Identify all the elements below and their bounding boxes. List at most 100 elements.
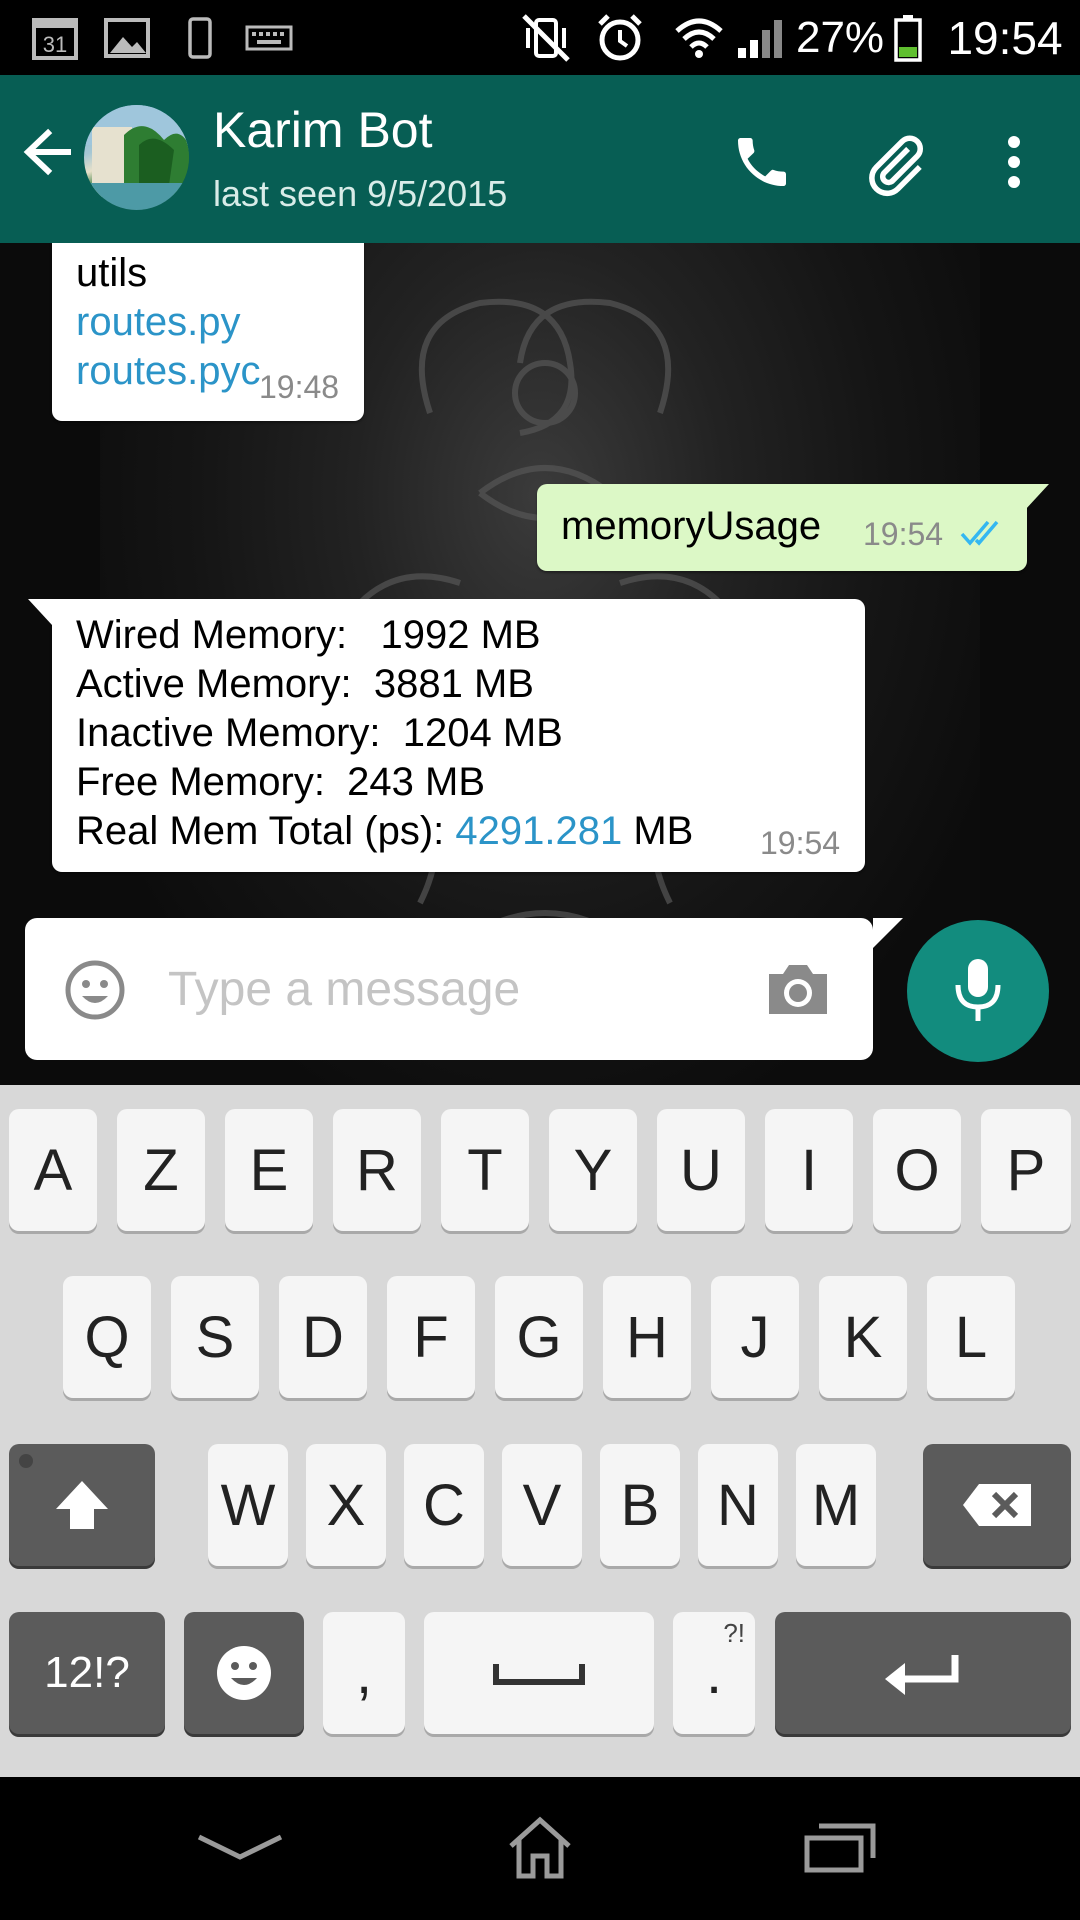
key-d[interactable]: D [279, 1276, 367, 1398]
navigation-bar [0, 1777, 1080, 1920]
chat-header: Karim Bot last seen 9/5/2015 [0, 75, 1080, 243]
key-y[interactable]: Y [549, 1109, 637, 1231]
voice-message-button[interactable] [907, 920, 1049, 1062]
key-v[interactable]: V [502, 1444, 582, 1566]
message-link[interactable]: routes.pyc [76, 347, 261, 396]
memory-value: 1204 MB [402, 711, 563, 755]
memory-value: 3881 MB [373, 662, 534, 706]
key-j[interactable]: J [711, 1276, 799, 1398]
key-u[interactable]: U [657, 1109, 745, 1231]
back-button[interactable] [18, 117, 78, 187]
outgoing-message[interactable]: memoryUsage 19:54 [537, 484, 1049, 571]
recent-apps-icon [804, 1823, 876, 1873]
message-input[interactable] [168, 958, 728, 1020]
shift-indicator [19, 1454, 33, 1468]
smiley-icon [65, 960, 125, 1020]
key-n[interactable]: N [698, 1444, 778, 1566]
key-i[interactable]: I [765, 1109, 853, 1231]
status-bar: 31 27% 19:54 [0, 0, 1080, 75]
key-e[interactable]: E [225, 1109, 313, 1231]
memory-label: Free Memory: [76, 760, 325, 804]
key-r[interactable]: R [333, 1109, 421, 1231]
comma-key[interactable]: , [323, 1612, 405, 1734]
call-button[interactable] [727, 127, 797, 197]
emoji-key[interactable] [184, 1612, 304, 1734]
message-time: 19:48 [259, 369, 340, 405]
memory-line: Real Mem Total (ps): 4291.281 MB [76, 807, 693, 856]
key-l[interactable]: L [927, 1276, 1015, 1398]
message-composer [25, 918, 903, 1060]
microphone-icon [955, 959, 1001, 1021]
soft-keyboard: A Z E R T Y U I O P Q S D F G H J K L W … [0, 1085, 1080, 1777]
recent-apps-button[interactable] [790, 1807, 890, 1887]
message-time: 19:54 [760, 825, 841, 861]
signal-icon [734, 8, 788, 68]
avatar[interactable] [84, 105, 189, 210]
attach-button[interactable] [860, 127, 930, 197]
vibrate-off-icon [516, 8, 576, 68]
key-t[interactable]: T [441, 1109, 529, 1231]
key-g[interactable]: G [495, 1276, 583, 1398]
battery-percentage: 27% [795, 13, 885, 62]
chevron-down-icon [197, 1834, 283, 1860]
enter-key[interactable] [775, 1612, 1071, 1734]
key-f[interactable]: F [387, 1276, 475, 1398]
camera-button[interactable] [765, 960, 833, 1020]
message-link[interactable]: routes.py [76, 298, 241, 347]
gallery-icon [100, 8, 154, 68]
backspace-key[interactable] [923, 1444, 1071, 1566]
key-x[interactable]: X [306, 1444, 386, 1566]
last-seen-status: last seen 9/5/2015 [213, 173, 508, 214]
memory-value: 243 MB [347, 760, 486, 804]
space-bar-icon [493, 1664, 585, 1685]
enter-icon [885, 1655, 959, 1695]
shift-key[interactable] [9, 1444, 155, 1566]
shift-arrow-icon [56, 1481, 108, 1529]
space-key[interactable] [424, 1612, 654, 1734]
smiley-icon [217, 1646, 271, 1700]
home-button[interactable] [490, 1807, 590, 1887]
key-z[interactable]: Z [117, 1109, 205, 1231]
memory-line: Free Memory: 243 MB [76, 758, 485, 807]
key-o[interactable]: O [873, 1109, 961, 1231]
memory-label: Wired Memory: [76, 613, 348, 657]
key-c[interactable]: C [404, 1444, 484, 1566]
memory-unit: MB [633, 809, 694, 853]
clock: 19:54 [947, 12, 1063, 64]
read-receipt-icon [960, 520, 999, 546]
period-key-label: . [705, 1640, 723, 1706]
key-h[interactable]: H [603, 1276, 691, 1398]
key-b[interactable]: B [600, 1444, 680, 1566]
memory-line: Wired Memory: 1992 MB [76, 611, 541, 660]
key-m[interactable]: M [796, 1444, 876, 1566]
memory-line: Inactive Memory: 1204 MB [76, 709, 563, 758]
calendar-icon: 31 [28, 8, 82, 68]
bubble-tail [1025, 484, 1049, 510]
emoji-button[interactable] [63, 958, 133, 1028]
memory-line: Active Memory: 3881 MB [76, 660, 534, 709]
home-icon [509, 1816, 571, 1879]
key-a[interactable]: A [9, 1109, 97, 1231]
period-key-hint: ?! [723, 1618, 745, 1648]
composer-tail [873, 918, 903, 948]
incoming-message[interactable]: Wired Memory: 1992 MB Active Memory: 388… [28, 599, 865, 872]
incoming-message[interactable]: utils routes.py routes.pyc 19:48 [52, 243, 364, 421]
key-k[interactable]: K [819, 1276, 907, 1398]
period-key[interactable]: ?! . [673, 1612, 755, 1734]
phone-number-link[interactable]: 4291.281 [455, 809, 622, 853]
key-q[interactable]: Q [63, 1276, 151, 1398]
calendar-day-text: 31 [43, 32, 67, 57]
key-s[interactable]: S [171, 1276, 259, 1398]
keyboard-icon [244, 8, 294, 68]
battery-icon [890, 8, 926, 68]
memory-label: Active Memory: [76, 662, 352, 706]
key-w[interactable]: W [208, 1444, 288, 1566]
wifi-icon [672, 8, 726, 68]
contact-name[interactable]: Karim Bot [213, 101, 433, 159]
key-p[interactable]: P [981, 1109, 1071, 1231]
hide-keyboard-button[interactable] [190, 1807, 290, 1887]
more-options-button[interactable] [980, 127, 1048, 197]
message-line: utils [76, 251, 148, 295]
memory-label: Real Mem Total (ps): [76, 809, 445, 853]
symbols-key[interactable]: 12!? [9, 1612, 165, 1734]
